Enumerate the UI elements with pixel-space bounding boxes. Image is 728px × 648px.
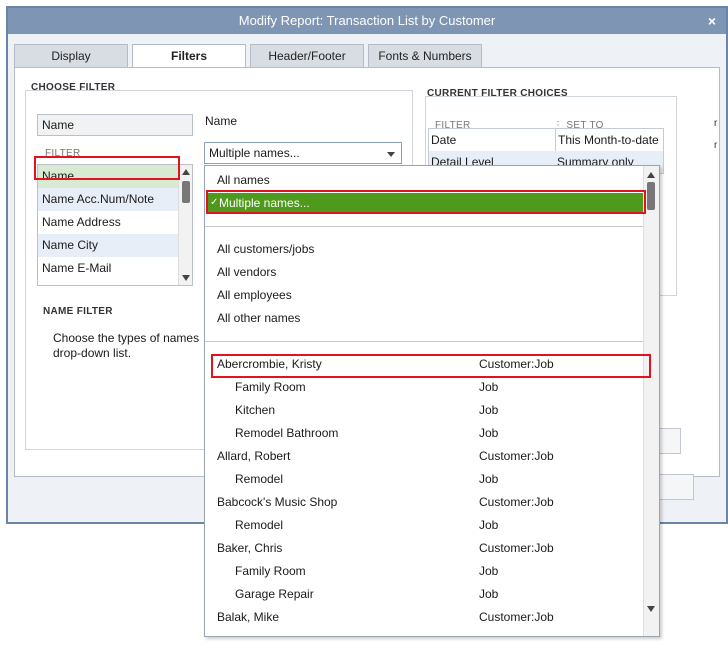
name-type: Job	[479, 426, 499, 440]
tab-header-footer[interactable]: Header/Footer	[250, 44, 364, 68]
window-title: Modify Report: Transaction List by Custo…	[238, 13, 496, 28]
name-option[interactable]: Baker, Chris	[217, 538, 282, 558]
tab-fonts-numbers[interactable]: Fonts & Numbers	[368, 44, 482, 68]
option-all-vendors[interactable]: All vendors	[217, 262, 276, 282]
name-type: Customer:Job	[479, 610, 554, 624]
name-type: Job	[479, 564, 499, 578]
popup-scrollbar[interactable]	[643, 166, 659, 636]
option-all-names[interactable]: All names	[217, 170, 270, 190]
scroll-up-icon[interactable]	[182, 169, 190, 175]
name-option[interactable]: Garage Repair	[235, 584, 314, 604]
name-type: Job	[479, 587, 499, 601]
name-type: Customer:Job	[479, 541, 554, 555]
name-type: Job	[479, 472, 499, 486]
filter-list-item[interactable]: Name City	[38, 234, 192, 257]
name-filter-heading: NAME FILTER	[43, 306, 113, 317]
name-type: Job	[479, 380, 499, 394]
filter-list-scrollbar[interactable]	[178, 165, 192, 285]
edge-text: r	[714, 140, 718, 151]
name-option[interactable]: Family Room	[235, 377, 306, 397]
name-dropdown[interactable]: Multiple names...	[204, 142, 402, 164]
filter-sublabel: FILTER	[45, 148, 81, 159]
scroll-thumb[interactable]	[647, 182, 655, 210]
name-type: Customer:Job	[479, 495, 554, 509]
name-option[interactable]: Abercrombie, Kristy	[217, 354, 322, 374]
separator	[205, 341, 645, 342]
name-type: Customer:Job	[479, 449, 554, 463]
filter-list-item[interactable]: Name Address	[38, 211, 192, 234]
filter-list-item[interactable]: Name	[38, 165, 192, 188]
current-filters-heading: CURRENT FILTER CHOICES	[427, 88, 568, 99]
scroll-down-icon[interactable]	[182, 275, 190, 281]
filter-list-item[interactable]: Name Acc.Num/Note	[38, 188, 192, 211]
option-multiple-names[interactable]: ✓ Multiple names...	[207, 193, 645, 213]
name-dropdown-popup[interactable]: All names ✓ Multiple names... All custom…	[204, 165, 660, 637]
name-option[interactable]: Remodel	[235, 469, 283, 489]
filter-search-input[interactable]: Name	[37, 114, 193, 136]
name-filter-description: Choose the types of names drop-down list…	[53, 331, 200, 360]
name-option[interactable]: Remodel	[235, 515, 283, 535]
name-option[interactable]: Family Room	[235, 561, 306, 581]
check-icon: ✓	[210, 197, 219, 208]
scroll-up-icon[interactable]	[647, 172, 655, 178]
close-icon[interactable]: ×	[708, 8, 716, 34]
choose-filter-heading: CHOOSE FILTER	[31, 82, 116, 93]
scroll-down-icon[interactable]	[647, 606, 655, 612]
name-dropdown-value: Multiple names...	[209, 146, 300, 160]
option-all-customers[interactable]: All customers/jobs	[217, 239, 314, 259]
scroll-thumb[interactable]	[182, 181, 190, 203]
name-option[interactable]: Allard, Robert	[217, 446, 290, 466]
option-all-other-names[interactable]: All other names	[217, 308, 300, 328]
name-option[interactable]: Balak, Mike	[217, 607, 279, 627]
chevron-down-icon[interactable]	[387, 152, 395, 157]
filter-list[interactable]: Name Name Acc.Num/Note Name Address Name…	[37, 164, 193, 286]
name-field-label: Name	[205, 114, 238, 128]
option-all-employees[interactable]: All employees	[217, 285, 292, 305]
name-type: Job	[479, 518, 499, 532]
edge-text: r	[714, 118, 718, 129]
separator	[205, 226, 645, 227]
name-option[interactable]: Kitchen	[235, 400, 275, 420]
tab-filters[interactable]: Filters	[132, 44, 246, 69]
tab-display[interactable]: Display	[14, 44, 128, 68]
name-option[interactable]: Remodel Bathroom	[235, 423, 338, 443]
name-type: Customer:Job	[479, 357, 554, 371]
name-type: Job	[479, 403, 499, 417]
name-option[interactable]: Babcock's Music Shop	[217, 492, 337, 512]
table-row[interactable]: Date This Month-to-date	[429, 129, 663, 151]
title-bar: Modify Report: Transaction List by Custo…	[8, 8, 726, 34]
filter-list-item[interactable]: Name E-Mail	[38, 257, 192, 280]
